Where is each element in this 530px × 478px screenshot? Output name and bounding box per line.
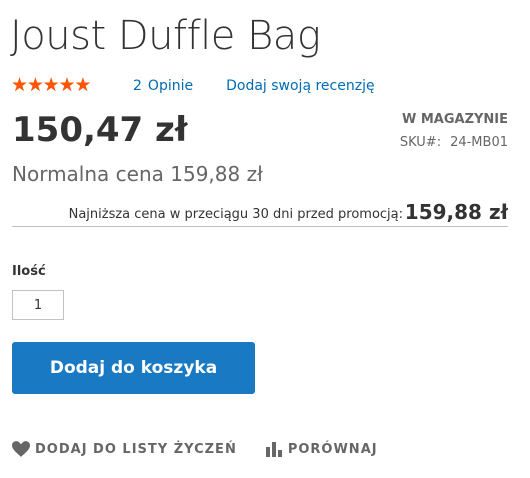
lowest-price-row: Najniższa cena w przeciągu 30 dni przed …: [12, 198, 508, 227]
lowest-price-value: 159,88 zł: [404, 200, 508, 224]
product-info-main: Joust Duffle Bag ★★★★★ ★★★★★ 2 Opinie Dod…: [0, 0, 530, 478]
add-to-cart-button[interactable]: Dodaj do koszyka: [12, 342, 255, 394]
add-review-link[interactable]: Dodaj swoją recenzję: [226, 78, 374, 94]
qty-label: Ilość: [12, 264, 46, 279]
reviews-label: Opinie: [147, 78, 194, 94]
stock-status: W MAGAZYNIE: [401, 112, 508, 127]
wishlist-label: DODAJ DO LISTY ŻYCZEŃ: [35, 441, 237, 457]
qty-input[interactable]: [12, 290, 64, 320]
lowest-price-label: Najniższa cena w przeciągu 30 dni przed …: [68, 207, 403, 222]
reviews-count-link[interactable]: 2 Opinie: [133, 78, 193, 94]
sku-label: SKU#:: [399, 135, 442, 150]
page-title: Joust Duffle Bag: [10, 13, 321, 59]
compare-link[interactable]: PORÓWNAJ: [265, 441, 378, 457]
bar-chart-icon: [265, 441, 283, 457]
reviews-count: 2: [133, 78, 142, 94]
compare-label: PORÓWNAJ: [287, 441, 378, 457]
sku-value: 24-MB01: [450, 135, 508, 150]
rating-stars-filled: ★★★★★: [11, 75, 91, 95]
heart-icon: [12, 441, 30, 457]
product-reviews-summary: ★★★★★ ★★★★★ 2 Opinie Dodaj swoją recenzję: [11, 75, 375, 96]
rating-stars: ★★★★★ ★★★★★: [11, 75, 101, 95]
product-social-actions: DODAJ DO LISTY ŻYCZEŃ PORÓWNAJ: [12, 438, 378, 460]
add-to-wishlist-link[interactable]: DODAJ DO LISTY ŻYCZEŃ: [12, 441, 237, 457]
final-price: 150,47 zł: [12, 110, 188, 150]
regular-price: Normalna cena 159,88 zł: [12, 162, 263, 186]
product-sku: SKU#: 24-MB01: [400, 135, 508, 150]
